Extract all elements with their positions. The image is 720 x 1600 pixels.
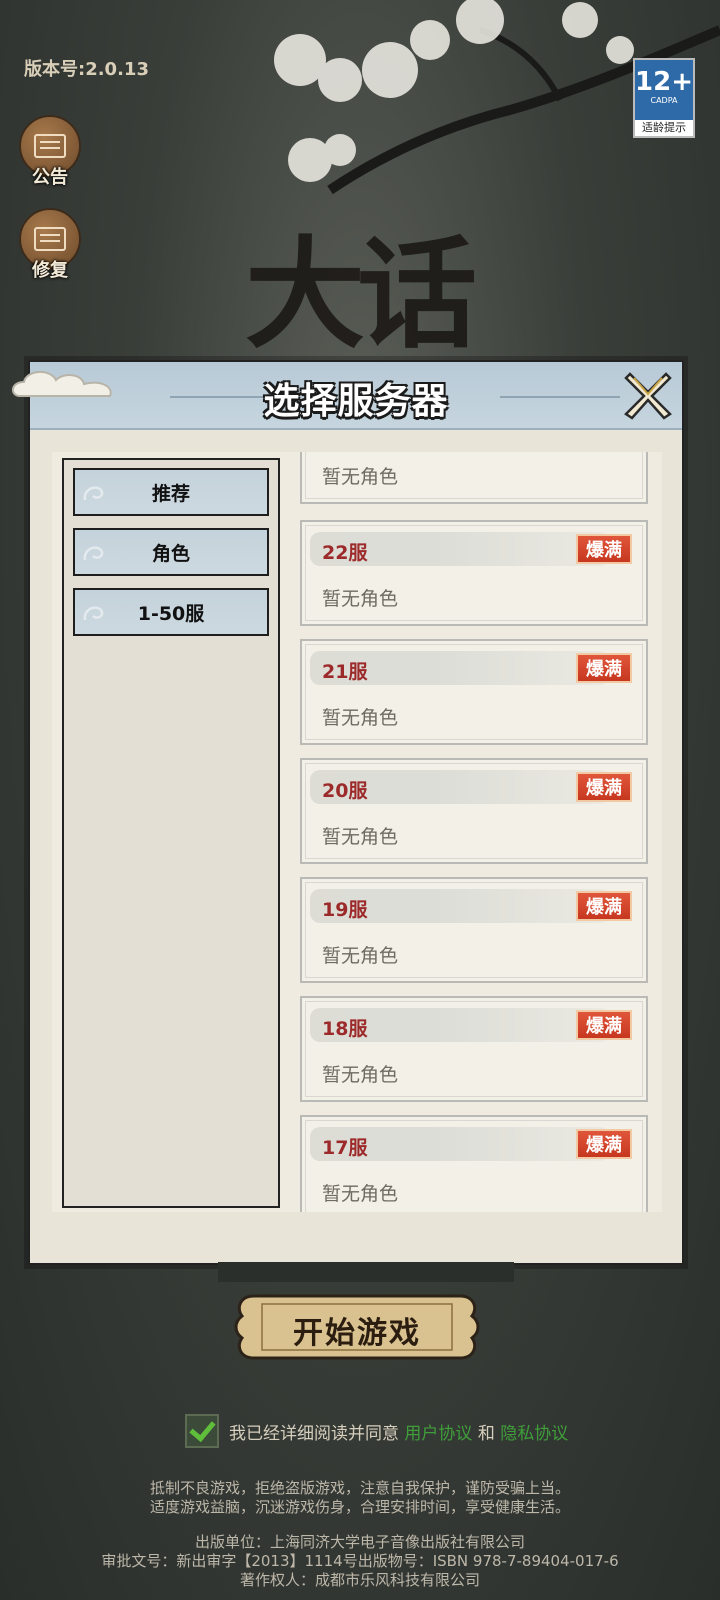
dialog-body: 推荐 角色 1-50服 暂无角色 22服 爆满 暂无角色 21服 爆满 暂无角色… xyxy=(52,452,662,1212)
tab-server-range[interactable]: 1-50服 xyxy=(73,588,269,636)
server-card[interactable]: 21服 爆满 暂无角色 xyxy=(300,639,648,745)
status-badge: 爆满 xyxy=(576,534,632,564)
server-card[interactable]: 22服 爆满 暂无角色 xyxy=(300,520,648,626)
dialog-header: 选择服务器 xyxy=(12,362,682,430)
category-tabs-panel: 推荐 角色 1-50服 xyxy=(62,458,280,1208)
game-logo: 大话 xyxy=(245,224,477,365)
approval-info: 审批文号：新出审字【2013】1114号出版物号：ISBN 978-7-8940… xyxy=(101,1552,619,1570)
dialog-title: 选择服务器 xyxy=(263,381,449,422)
server-role: 暂无角色 xyxy=(322,1183,399,1205)
close-icon[interactable] xyxy=(622,368,674,420)
server-select-dialog: 选择服务器 推荐 角色 1-50服 暂无角色 22服 爆满 暂无角色 21服 爆… xyxy=(12,360,684,1265)
status-badge: 爆满 xyxy=(576,772,632,802)
server-role: 暂无角色 xyxy=(322,707,399,729)
tab-label: 推荐 xyxy=(151,482,190,505)
notice-button[interactable]: 公告 xyxy=(18,115,82,189)
repair-button[interactable]: 修复 xyxy=(18,208,82,282)
publisher-info: 出版单位：上海同济大学电子音像出版社有限公司 xyxy=(194,1533,525,1551)
announcement-strip xyxy=(218,1262,514,1282)
server-name: 20服 xyxy=(322,780,368,802)
tab-label: 1-50服 xyxy=(137,602,205,625)
server-name: 19服 xyxy=(322,899,368,921)
age-rating-value: 12+ xyxy=(635,67,693,97)
status-badge: 爆满 xyxy=(576,891,632,921)
server-role: 暂无角色 xyxy=(322,826,399,848)
agreement-text: 我已经详细阅读并同意 xyxy=(229,1423,399,1444)
swirl-icon xyxy=(83,486,104,501)
tab-recommended[interactable]: 推荐 xyxy=(73,468,269,516)
repair-label: 修复 xyxy=(32,260,68,281)
status-badge: 爆满 xyxy=(576,1010,632,1040)
health-notice-1: 抵制不良游戏，拒绝盗版游戏，注意自我保护，谨防受骗上当。 xyxy=(149,1479,570,1497)
notice-label: 公告 xyxy=(32,167,68,188)
server-card[interactable]: 20服 爆满 暂无角色 xyxy=(300,758,648,864)
server-role: 暂无角色 xyxy=(322,1064,399,1086)
agreement-row: 我已经详细阅读并同意 用户协议 和 隐私协议 xyxy=(185,1414,568,1448)
age-rating-org: CADPA xyxy=(650,96,678,105)
server-name: 21服 xyxy=(322,661,368,683)
health-notice-2: 适度游戏益脑，沉迷游戏伤身，合理安排时间，享受健康生活。 xyxy=(149,1498,570,1516)
tab-label: 角色 xyxy=(151,542,190,565)
server-card[interactable]: 暂无角色 xyxy=(300,452,648,504)
server-card[interactable]: 19服 爆满 暂无角色 xyxy=(300,877,648,983)
server-list[interactable]: 暂无角色 22服 爆满 暂无角色 21服 爆满 暂无角色 20服 爆满 暂无角色 xyxy=(300,452,650,1212)
start-game-button[interactable]: 开始游戏 xyxy=(234,1288,480,1366)
status-badge: 爆满 xyxy=(576,653,632,683)
tab-character[interactable]: 角色 xyxy=(73,528,269,576)
swirl-icon xyxy=(83,546,104,561)
agreement-checkbox[interactable] xyxy=(185,1414,219,1448)
server-role: 暂无角色 xyxy=(322,945,399,967)
server-name: 18服 xyxy=(322,1018,368,1040)
version-label: 版本号:2.0.13 xyxy=(24,59,149,80)
age-rating-tip: 适龄提示 xyxy=(635,120,693,136)
server-card[interactable]: 18服 爆满 暂无角色 xyxy=(300,996,648,1102)
server-role: 暂无角色 xyxy=(322,588,399,610)
agreement-and: 和 xyxy=(477,1423,495,1444)
copyright-info: 著作权人：成都市乐风科技有限公司 xyxy=(239,1571,480,1589)
server-role: 暂无角色 xyxy=(322,466,399,488)
server-card[interactable]: 17服 爆满 暂无角色 xyxy=(300,1115,648,1212)
age-rating-badge[interactable]: 12+ CADPA 适龄提示 xyxy=(633,58,695,138)
server-name: 17服 xyxy=(322,1137,368,1159)
server-name: 22服 xyxy=(322,542,368,564)
status-badge: 爆满 xyxy=(576,1129,632,1159)
user-agreement-link[interactable]: 用户协议 xyxy=(404,1419,472,1444)
privacy-policy-link[interactable]: 隐私协议 xyxy=(500,1419,568,1444)
swirl-icon xyxy=(83,606,104,621)
start-game-label: 开始游戏 xyxy=(293,1316,421,1351)
